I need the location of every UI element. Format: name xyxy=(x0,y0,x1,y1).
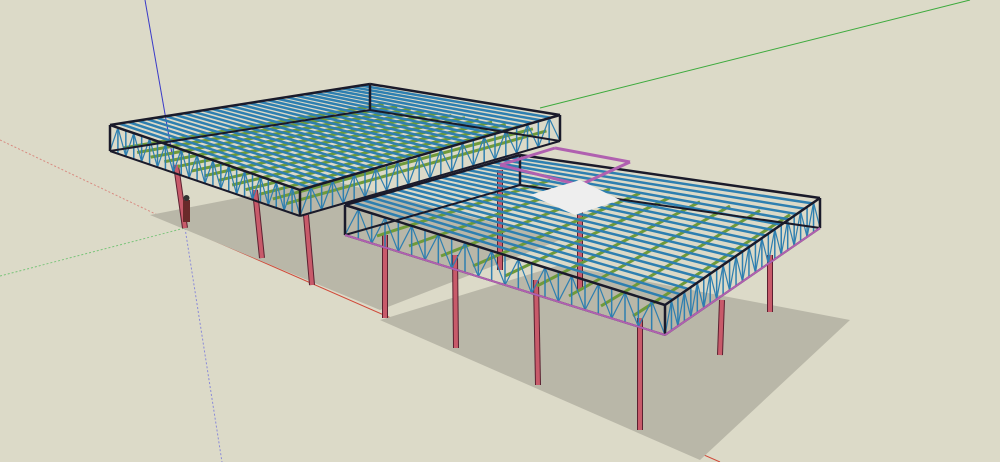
monitor-frame xyxy=(554,146,631,164)
roof-shadow-2 xyxy=(380,265,850,460)
roof-2-truss-diagonal xyxy=(748,246,756,273)
roof-1-truss-diagonal xyxy=(125,132,135,157)
roof-1-truss-diagonal xyxy=(117,127,127,157)
sketchup-3d-viewport[interactable] xyxy=(0,0,1000,462)
roof-1-truss-diagonal xyxy=(188,154,198,179)
roof-2-truss-diagonal xyxy=(774,229,782,255)
roof-1-truss-diagonal xyxy=(244,170,254,200)
green-axis-dotted xyxy=(0,227,186,277)
column xyxy=(718,299,724,356)
roof-2-truss-diagonal xyxy=(722,264,731,291)
roof-2-truss-diagonal xyxy=(735,255,744,282)
green-axis xyxy=(539,0,971,109)
model-canvas[interactable] xyxy=(0,0,1000,462)
human-figure xyxy=(183,195,190,222)
roof-2-truss-diagonal xyxy=(800,211,808,238)
roof-1-truss-diagonal xyxy=(204,160,214,184)
roof-2-truss-diagonal xyxy=(761,237,769,264)
roof-1-truss-diagonal xyxy=(548,117,561,142)
blue-axis-dotted xyxy=(184,227,223,462)
